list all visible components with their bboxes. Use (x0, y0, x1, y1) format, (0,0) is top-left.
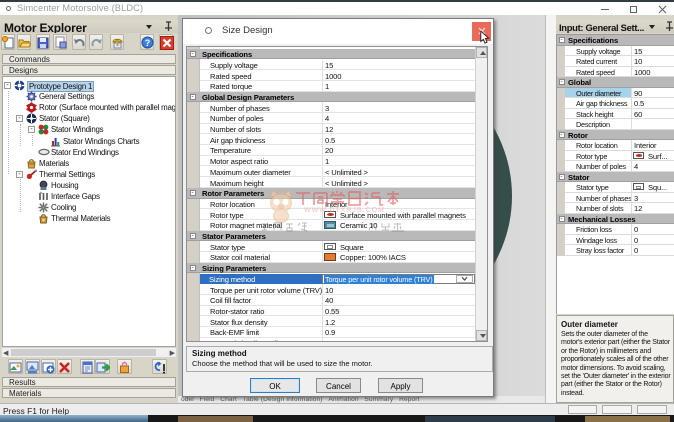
svg-text:?: ? (145, 38, 151, 48)
